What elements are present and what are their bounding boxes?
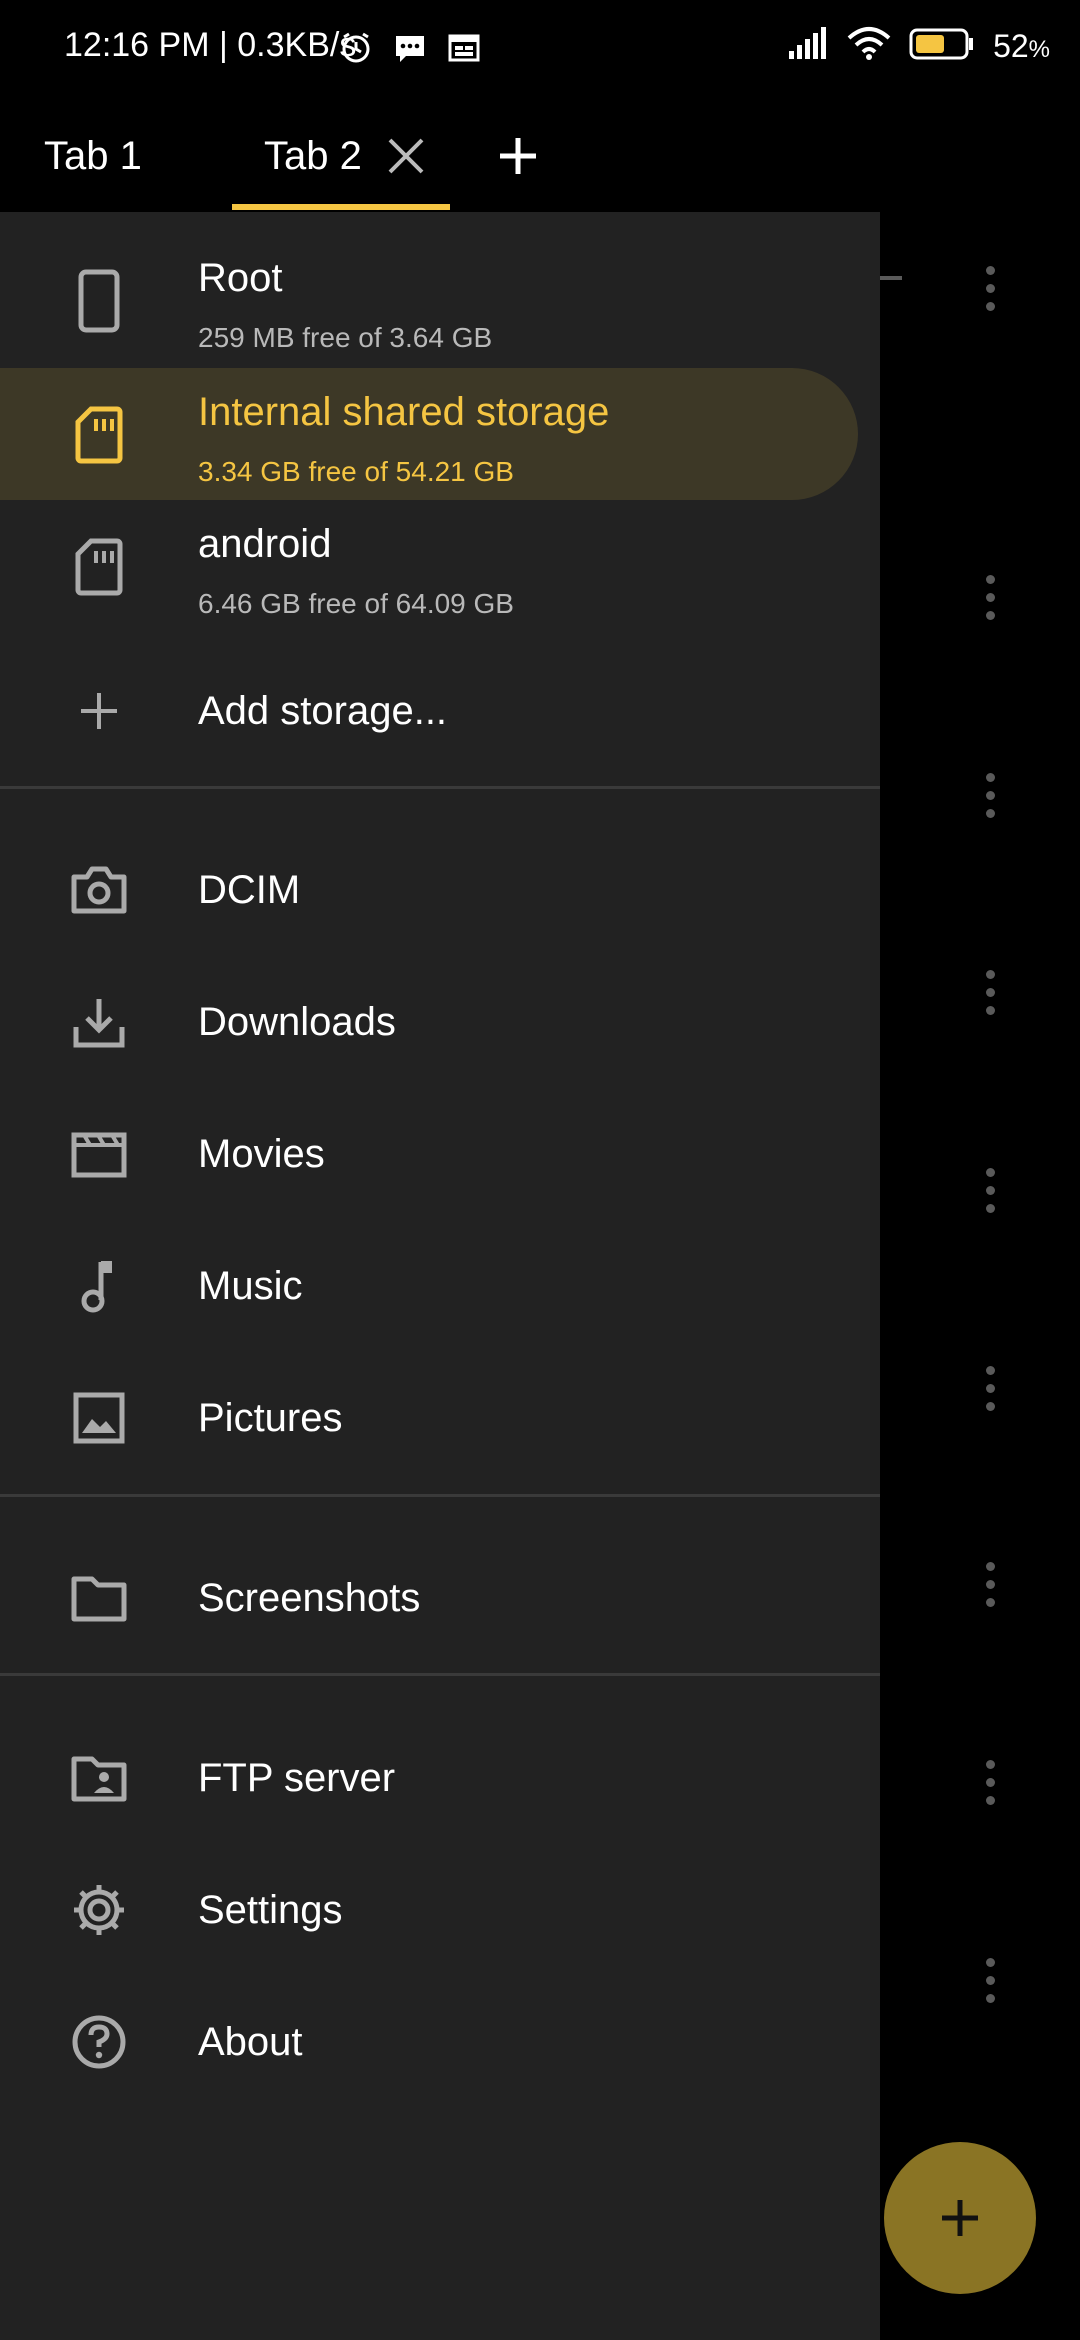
item-more-icon[interactable] xyxy=(978,970,1002,1024)
navigation-drawer: Root 259 MB free of 3.64 GB Internal sha… xyxy=(0,212,880,2340)
drawer-item-screenshots[interactable]: Screenshots xyxy=(0,1532,880,1664)
drawer-item-music[interactable]: Music xyxy=(0,1220,880,1352)
message-icon xyxy=(392,30,428,71)
drawer-item-settings[interactable]: Settings xyxy=(0,1844,880,1976)
storage-root[interactable]: Root 259 MB free of 3.64 GB xyxy=(0,234,880,366)
drawer-item-ftp-server[interactable]: FTP server xyxy=(0,1712,880,1844)
divider xyxy=(0,786,880,789)
storage-title: Internal shared storage xyxy=(198,390,610,434)
phone-icon xyxy=(68,269,130,333)
plus-icon xyxy=(500,138,536,174)
status-notification-icons xyxy=(338,30,482,71)
item-more-icon[interactable] xyxy=(978,1366,1002,1420)
sd-card-icon xyxy=(68,536,130,598)
camera-icon xyxy=(68,859,130,921)
battery-percent: 52% xyxy=(993,28,1050,64)
drawer-item-dcim[interactable]: DCIM xyxy=(0,824,880,956)
tab-2[interactable]: Tab 2 xyxy=(232,100,450,212)
tab-1-label: Tab 1 xyxy=(44,133,142,178)
drawer-item-label: DCIM xyxy=(198,867,301,912)
storage-free-space: 259 MB free of 3.64 GB xyxy=(198,322,493,353)
item-more-icon[interactable] xyxy=(978,1168,1002,1222)
drawer-item-label: About xyxy=(198,2019,303,2064)
tab-bar: Tab 1 Tab 2 xyxy=(0,100,1080,214)
drawer-item-label: Pictures xyxy=(198,1395,343,1440)
storage-title: Root xyxy=(198,256,283,300)
tab-1[interactable]: Tab 1 xyxy=(44,100,142,212)
storage-free-space: 6.46 GB free of 64.09 GB xyxy=(198,588,514,619)
drawer-item-movies[interactable]: Movies xyxy=(0,1088,880,1220)
divider xyxy=(0,1494,880,1497)
file-list-background xyxy=(880,212,1080,2340)
drawer-item-label: Music xyxy=(198,1263,303,1308)
item-more-icon[interactable] xyxy=(978,575,1002,629)
status-bar: 12:16 PM | 0.3KB/s 52% xyxy=(0,0,1080,100)
ftp-folder-icon xyxy=(68,1747,130,1809)
plus-icon xyxy=(942,2200,978,2236)
drawer-item-downloads[interactable]: Downloads xyxy=(0,956,880,1088)
drawer-item-label: Downloads xyxy=(198,999,396,1044)
item-more-icon[interactable] xyxy=(978,1958,1002,2012)
image-icon xyxy=(68,1387,130,1449)
sort-icon xyxy=(880,276,902,280)
drawer-item-label: Settings xyxy=(198,1887,343,1932)
movie-icon xyxy=(68,1123,130,1185)
drawer-item-about[interactable]: About xyxy=(0,1976,880,2108)
music-icon xyxy=(68,1255,130,1317)
battery-icon xyxy=(909,27,975,66)
folder-icon xyxy=(68,1567,130,1629)
add-tab-button[interactable] xyxy=(490,122,546,190)
status-time: 12:16 PM | 0.3KB/s xyxy=(64,26,357,64)
close-icon[interactable] xyxy=(384,134,428,178)
tab-2-label: Tab 2 xyxy=(264,133,362,178)
divider xyxy=(0,1673,880,1676)
drawer-item-label: Screenshots xyxy=(198,1575,421,1620)
item-more-icon[interactable] xyxy=(978,1760,1002,1814)
item-more-icon[interactable] xyxy=(978,1562,1002,1616)
storage-android[interactable]: android 6.46 GB free of 64.09 GB xyxy=(0,500,880,632)
sd-card-icon xyxy=(68,404,130,466)
add-fab-button[interactable] xyxy=(884,2142,1036,2294)
status-right: 52% xyxy=(787,26,1050,67)
storage-title: android xyxy=(198,522,332,566)
gear-icon xyxy=(68,1879,130,1941)
signal-icon xyxy=(787,27,829,66)
drawer-item-label: Movies xyxy=(198,1131,325,1176)
storage-internal-shared[interactable]: Internal shared storage 3.34 GB free of … xyxy=(0,368,858,500)
alarm-icon xyxy=(338,30,374,71)
add-storage-item[interactable]: Add storage... xyxy=(0,646,880,776)
wifi-icon xyxy=(847,26,891,67)
plus-icon xyxy=(68,680,130,742)
add-storage-label: Add storage... xyxy=(198,688,448,733)
drawer-item-pictures[interactable]: Pictures xyxy=(0,1352,880,1484)
active-tab-indicator xyxy=(232,204,450,210)
item-more-icon[interactable] xyxy=(978,773,1002,827)
calendar-icon xyxy=(446,30,482,71)
download-icon xyxy=(68,991,130,1053)
more-options-icon[interactable] xyxy=(978,266,1002,320)
storage-free-space: 3.34 GB free of 54.21 GB xyxy=(198,456,514,487)
help-icon xyxy=(68,2011,130,2073)
drawer-item-label: FTP server xyxy=(198,1755,396,1800)
